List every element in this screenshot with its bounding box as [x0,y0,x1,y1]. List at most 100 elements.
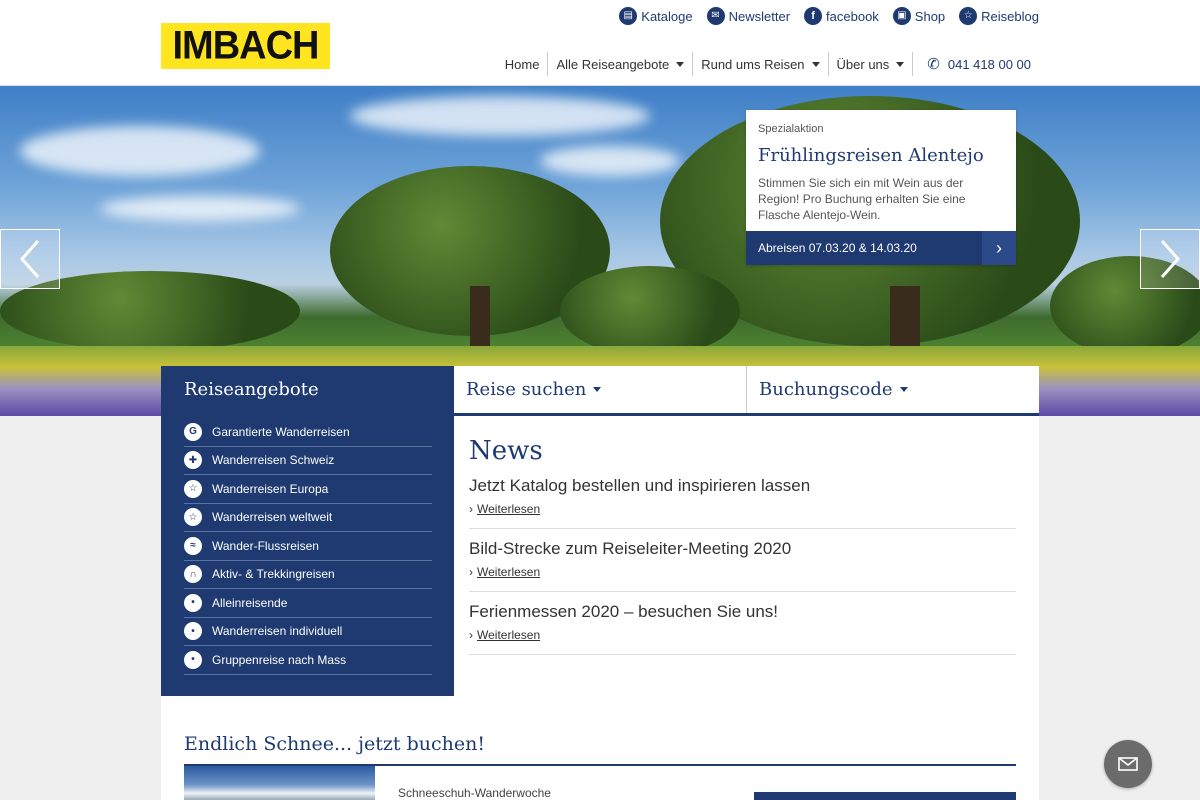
sidebar-item-label: Alleinreisende [212,595,288,610]
topbar-reiseblog[interactable]: ☆ Reiseblog [959,7,1039,25]
main-navigation: Home Alle Reiseangebote Rund ums Reisen … [497,52,1039,76]
sidebar-title: Reiseangebote [184,379,319,400]
news-title: News [469,436,543,466]
snow-offer-image[interactable] [184,766,375,800]
sidebar-list: G Garantierte Wanderreisen ✚ Wanderreise… [184,418,432,675]
promo-dates: Abreisen 07.03.20 & 14.03.20 [758,241,917,255]
nav-alle-reiseangebote[interactable]: Alle Reiseangebote [547,52,692,76]
hero-cloud [350,96,650,136]
chevron-left-icon [19,240,40,278]
sidebar-item-label: Wanderreisen individuell [212,624,343,639]
promo-text: Stimmen Sie sich ein mit Wein aus der Re… [758,176,966,222]
sidebar-item-label: Garantierte Wanderreisen [212,424,350,439]
sidebar-item-label: Gruppenreise nach Mass [212,652,347,667]
sidebar-item-wanderreisen-schweiz[interactable]: ✚ Wanderreisen Schweiz [184,447,432,475]
hero-cloud [540,146,680,176]
news-read-more-link[interactable]: › Weiterlesen [469,565,1016,579]
slider-prev-button[interactable] [0,229,60,289]
mail-icon: ✉ [706,7,725,25]
phone-number: 041 418 00 00 [947,56,1031,72]
news-section: News Jetzt Katalog bestellen und inspiri… [469,436,1016,655]
sidebar-item-label: Wanderreisen Europa [212,481,329,496]
promo-footer[interactable]: Abreisen 07.03.20 & 14.03.20 › [746,231,1016,265]
news-read-more-label: Weiterlesen [477,628,541,642]
sidebar-item-garantierte-wanderreisen[interactable]: G Garantierte Wanderreisen [184,418,432,447]
news-item: Bild-Strecke zum Reiseleiter-Meeting 202… [469,529,1016,592]
chevron-right-icon: › [469,565,473,579]
sidebar-item-label: Aktiv- & Trekkingreisen [212,567,335,582]
news-item: Ferienmessen 2020 – besuchen Sie uns! › … [469,592,1016,655]
snow-offer-kicker: Schneeschuh-Wanderwoche [398,786,551,800]
binoculars-icon: ∩ [184,565,202,584]
bag-icon: ▣ [892,7,911,25]
group-icon: • [184,650,202,669]
chevron-right-icon [1160,240,1181,278]
logo-text: IMBACH [172,23,320,68]
tab-reise-suchen[interactable]: Reise suchen [454,366,746,413]
nav-rund-ums-reisen-label: Rund ums Reisen [701,56,805,72]
section-title-snow: Endlich Schnee... jetzt buchen! [184,733,485,755]
nav-home-label: Home [504,56,540,72]
sidebar-item-wanderreisen-weltweit[interactable]: ☆ Wanderreisen weltweit [184,504,432,532]
sidebar-item-alleinreisende[interactable]: • Alleinreisende [184,589,432,618]
sidebar-item-wanderreisen-individuell[interactable]: • Wanderreisen individuell [184,618,432,646]
topbar-shop-label: Shop [914,8,946,24]
tab-buchungscode-label: Buchungscode [759,379,893,400]
promo-kicker: Spezialaktion [758,123,824,135]
slider-next-button[interactable] [1140,229,1200,289]
chevron-right-icon: › [469,628,473,642]
chevron-right-icon: › [469,502,473,516]
ship-icon: ≈ [184,536,202,555]
swiss-cross-icon: ✚ [184,451,202,470]
person-icon: • [184,622,202,641]
hero-tree [560,266,740,356]
facebook-icon: f [804,7,823,25]
contact-chat-button[interactable] [1104,740,1152,788]
sidebar-item-wander-flussreisen[interactable]: ≈ Wander-Flussreisen [184,532,432,561]
news-item: Jetzt Katalog bestellen und inspirieren … [469,466,1016,529]
topbar-reiseblog-label: Reiseblog [981,8,1039,24]
nav-home[interactable]: Home [497,52,548,76]
snow-offer-footer[interactable] [754,792,1016,800]
promo-body: Spezialaktion Frühlingsreisen Alentejo S… [746,110,1016,231]
topbar-kataloge[interactable]: ▤ Kataloge [619,7,693,25]
topbar-facebook[interactable]: f facebook [804,7,879,25]
chevron-right-icon: › [996,237,1002,258]
top-utility-bar: ▤ Kataloge ✉ Newsletter f facebook ▣ Sho… [619,7,1039,25]
group-icon: • [184,593,202,612]
mail-icon [1118,757,1138,771]
chevron-down-icon [676,61,685,67]
site-header: IMBACH ▤ Kataloge ✉ Newsletter f faceboo… [0,0,1200,86]
chevron-down-icon [593,387,602,392]
topbar-newsletter[interactable]: ✉ Newsletter [706,7,790,25]
nav-rund-ums-reisen[interactable]: Rund ums Reisen [692,52,827,76]
news-read-more-label: Weiterlesen [477,565,541,579]
promo-card[interactable]: Spezialaktion Frühlingsreisen Alentejo S… [746,110,1016,265]
promo-go-button[interactable]: › [982,231,1016,265]
tab-buchungscode[interactable]: Buchungscode [746,366,1039,413]
news-headline[interactable]: Jetzt Katalog bestellen und inspirieren … [469,476,1016,496]
nav-ueber-uns[interactable]: Über uns [827,52,913,76]
imbach-logo[interactable]: IMBACH [161,23,330,69]
news-read-more-link[interactable]: › Weiterlesen [469,502,1016,516]
sidebar-item-aktiv-trekkingreisen[interactable]: ∩ Aktiv- & Trekkingreisen [184,561,432,589]
topbar-shop[interactable]: ▣ Shop [892,7,946,25]
sidebar-item-label: Wander-Flussreisen [212,538,319,553]
news-read-more-link[interactable]: › Weiterlesen [469,628,1016,642]
promo-title[interactable]: Frühlingsreisen Alentejo [758,145,1004,166]
sidebar-item-label: Wanderreisen weltweit [212,510,333,525]
news-read-more-label: Weiterlesen [477,502,541,516]
nav-phone[interactable]: ✆ 041 418 00 00 [912,52,1039,76]
sidebar-item-wanderreisen-europa[interactable]: ☆ Wanderreisen Europa [184,475,432,504]
chevron-down-icon [811,61,820,67]
nav-alle-reiseangebote-label: Alle Reiseangebote [556,56,670,72]
chevron-down-icon [896,61,905,67]
sidebar-item-gruppenreise-nach-mass[interactable]: • Gruppenreise nach Mass [184,646,432,675]
search-tabs: Reise suchen Buchungscode [454,366,1039,416]
topbar-facebook-label: facebook [826,8,879,24]
news-headline[interactable]: Ferienmessen 2020 – besuchen Sie uns! [469,602,1016,622]
phone-icon: ✆ [927,56,940,73]
hiker-icon: ☆ [184,479,202,498]
news-headline[interactable]: Bild-Strecke zum Reiseleiter-Meeting 202… [469,539,1016,559]
topbar-kataloge-label: Kataloge [641,8,693,24]
